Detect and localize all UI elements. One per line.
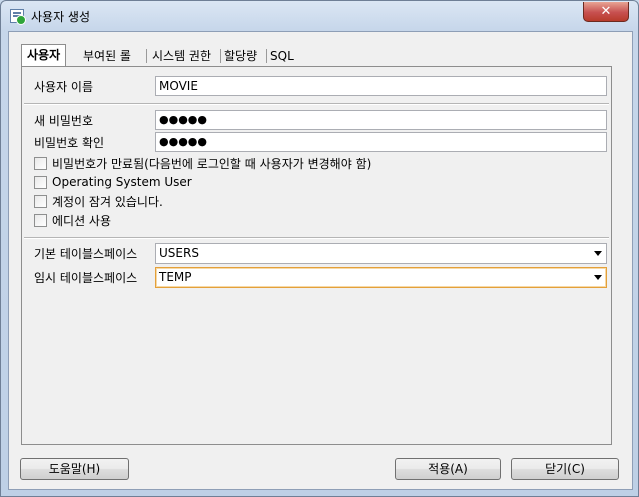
tab-system-privileges[interactable]: 시스템 권한	[152, 46, 211, 66]
checkbox-box[interactable]	[34, 175, 47, 189]
default-tablespace-select[interactable]: USERS	[155, 243, 607, 264]
password-expired-checkbox[interactable]: 비밀번호가 만료됨(다음번에 로그인할 때 사용자가 변경해야 함)	[34, 155, 371, 171]
window-title: 사용자 생성	[31, 10, 91, 24]
tab-granted-roles[interactable]: 부여된 롤	[83, 46, 131, 66]
close-window-button[interactable]: ✕	[583, 2, 629, 22]
temp-tablespace-select[interactable]: TEMP	[155, 267, 607, 288]
checkbox-box[interactable]	[34, 194, 47, 208]
new-password-input[interactable]: ●●●●●	[155, 110, 607, 130]
user-tab-panel: 사용자 이름 MOVIE 새 비밀번호 ●●●●● 비밀번호 확인 ●●●●● …	[21, 66, 612, 445]
title-bar[interactable]: 사용자 생성 ✕	[1, 1, 638, 31]
dialog-body: 사용자 부여된 롤 시스템 권한 할당량 SQL 사용자 이름 MOVIE 새 …	[8, 31, 633, 490]
checkbox-label: 비밀번호가 만료됨(다음번에 로그인할 때 사용자가 변경해야 함)	[52, 156, 372, 171]
tab-divider	[266, 49, 267, 63]
tab-user[interactable]: 사용자	[21, 44, 67, 67]
default-tablespace-label: 기본 테이블스페이스	[34, 247, 138, 261]
tab-divider	[220, 49, 221, 63]
dropdown-arrow-icon[interactable]	[594, 251, 602, 256]
checkbox-box[interactable]	[34, 213, 47, 227]
username-label: 사용자 이름	[34, 80, 94, 94]
os-user-checkbox[interactable]: Operating System User	[34, 174, 192, 190]
checkbox-label: 에디션 사용	[52, 213, 112, 228]
checkbox-label: 계정이 잠겨 있습니다.	[52, 194, 163, 209]
section-divider	[24, 103, 609, 105]
username-input[interactable]: MOVIE	[155, 76, 607, 96]
tab-quotas[interactable]: 할당량	[224, 46, 257, 66]
tab-divider	[146, 49, 147, 63]
confirm-password-label: 비밀번호 확인	[34, 136, 105, 150]
selected-value: TEMP	[159, 270, 192, 284]
checkbox-label: Operating System User	[52, 175, 192, 189]
new-password-label: 새 비밀번호	[34, 114, 94, 128]
selected-value: USERS	[159, 246, 199, 260]
help-button[interactable]: 도움말(H)	[20, 458, 129, 480]
dropdown-arrow-icon[interactable]	[594, 275, 602, 280]
apply-button[interactable]: 적용(A)	[395, 458, 501, 480]
checkbox-box[interactable]	[34, 156, 47, 170]
create-user-dialog: 사용자 생성 ✕ 사용자 부여된 롤 시스템 권한 할당량 SQL 사용자 이름…	[0, 0, 639, 497]
close-button[interactable]: 닫기(C)	[511, 458, 619, 480]
temp-tablespace-label: 임시 테이블스페이스	[34, 271, 138, 285]
section-divider	[24, 237, 609, 239]
confirm-password-input[interactable]: ●●●●●	[155, 132, 607, 152]
tab-sql[interactable]: SQL	[270, 46, 294, 66]
enable-editions-checkbox[interactable]: 에디션 사용	[34, 212, 111, 228]
account-locked-checkbox[interactable]: 계정이 잠겨 있습니다.	[34, 193, 163, 209]
app-icon	[10, 9, 26, 25]
